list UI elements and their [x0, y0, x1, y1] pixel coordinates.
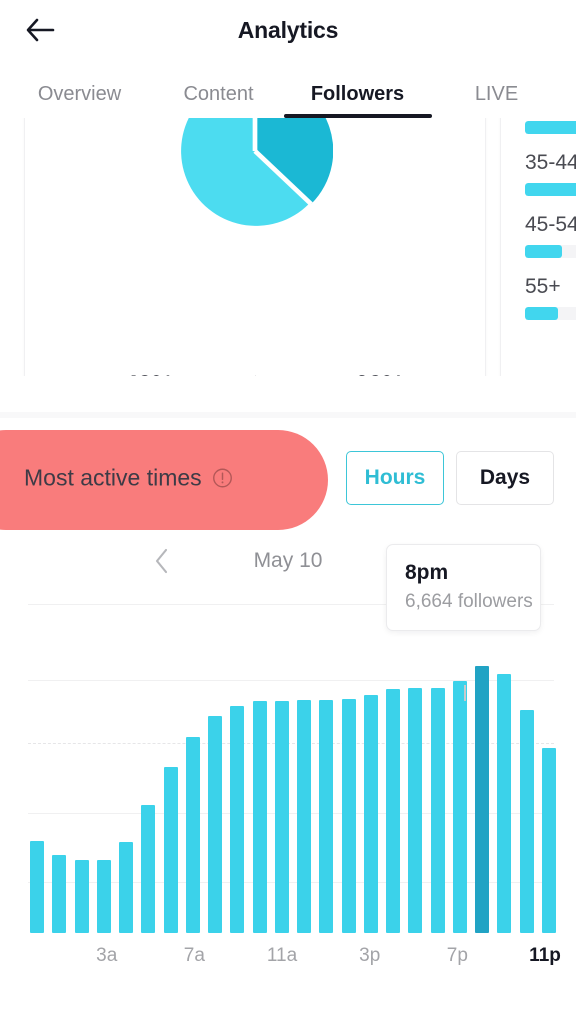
bar[interactable]: [452, 680, 467, 933]
x-axis-tick: 11a: [266, 945, 298, 966]
section-title: Most active times: [24, 464, 202, 491]
age-label: 45-54: [525, 213, 576, 236]
demographics-card-row: 40% Male 60% Female 25-34: [0, 118, 576, 376]
legend-male: 40% Male: [25, 371, 255, 376]
tab-content[interactable]: Content: [149, 83, 288, 118]
tab-followers[interactable]: Followers: [288, 83, 427, 118]
age-row-25-34: 25-34: [525, 118, 576, 134]
bar[interactable]: [475, 666, 489, 933]
age-track: [525, 307, 576, 320]
active-times-bar-chart: 8pm 6,664 followers 3a 7a 11a 3p 7p 11p: [0, 544, 576, 985]
toggle-hours[interactable]: Hours: [346, 451, 444, 505]
prev-day-button[interactable]: [147, 546, 177, 576]
age-fill: [525, 245, 563, 258]
bar[interactable]: [386, 689, 400, 933]
x-axis-tick: 7p: [446, 945, 468, 966]
x-axis-labels: 3a 7a 11a 3p 7p 11p: [30, 945, 561, 973]
bar[interactable]: [185, 737, 200, 933]
age-row-55-plus: 55+: [525, 275, 576, 320]
bar[interactable]: [319, 699, 334, 933]
toggle-days[interactable]: Days: [456, 451, 554, 505]
separator-rule: [0, 412, 576, 418]
bar[interactable]: [230, 706, 245, 933]
age-label: 35-44: [525, 151, 576, 174]
legend-female: 60% Female: [256, 371, 486, 376]
arrow-left-icon: [26, 18, 55, 42]
page-title: Analytics: [237, 16, 339, 43]
age-track: [525, 121, 576, 134]
bar[interactable]: [141, 805, 156, 933]
age-track: [525, 245, 576, 258]
most-active-times-title-group: Most active times: [24, 465, 233, 492]
analytics-screen: Analytics Overview Content Followers LIV…: [0, 0, 576, 1024]
bar[interactable]: [497, 673, 512, 933]
gender-legend: 40% Male 60% Female: [25, 371, 485, 376]
tab-live[interactable]: LIVE: [427, 83, 566, 118]
gender-pie-chart: [177, 118, 334, 229]
age-bar-list: 25-34 35-44 45-54: [525, 121, 576, 337]
bar-group: [30, 653, 556, 933]
age-fill: [525, 307, 559, 320]
tooltip-time: 8pm: [405, 561, 449, 584]
info-circle-icon[interactable]: [212, 468, 233, 489]
bar[interactable]: [541, 748, 556, 933]
x-axis-tick: 3a: [96, 945, 118, 966]
age-fill: [525, 121, 576, 134]
bar[interactable]: [363, 695, 378, 933]
bar[interactable]: [297, 699, 311, 933]
bar[interactable]: [408, 687, 423, 933]
tooltip-value: 6,664 followers: [405, 591, 533, 612]
chevron-left-icon: [155, 548, 168, 574]
bar[interactable]: [119, 842, 133, 933]
bar[interactable]: [430, 688, 445, 933]
app-header: Analytics: [0, 0, 576, 60]
back-button[interactable]: [18, 8, 62, 52]
bar[interactable]: [341, 699, 356, 933]
age-card: 25-34 35-44 45-54: [500, 118, 576, 376]
x-axis-tick: 11p: [529, 945, 561, 966]
bar[interactable]: [274, 701, 289, 933]
period-toggle-group: Hours Days: [346, 451, 554, 505]
current-date-label: May 10: [253, 549, 323, 572]
age-fill: [525, 183, 576, 196]
pie-icon: [181, 118, 334, 226]
bar[interactable]: [208, 716, 222, 933]
male-percent: 40%: [124, 371, 173, 376]
age-label: 55+: [525, 275, 561, 298]
tooltip-stem: [464, 685, 466, 701]
bar[interactable]: [52, 854, 67, 933]
bar[interactable]: [30, 841, 44, 933]
most-active-times-header: Most active times Hours Days: [0, 424, 576, 532]
gender-card: 40% Male 60% Female: [24, 118, 486, 376]
female-percent: 60%: [355, 371, 404, 376]
age-row-45-54: 45-54: [525, 213, 576, 258]
tab-bar: Overview Content Followers LIVE: [0, 60, 576, 118]
tab-overview[interactable]: Overview: [10, 83, 149, 118]
section-separator: [0, 376, 576, 424]
bar[interactable]: [74, 859, 89, 933]
bar[interactable]: [163, 767, 178, 933]
bar[interactable]: [96, 859, 111, 933]
age-row-35-44: 35-44: [525, 151, 576, 196]
x-axis-tick: 7a: [183, 945, 205, 966]
bar[interactable]: [252, 700, 267, 933]
x-axis-tick: 3p: [359, 945, 381, 966]
chart-tooltip: 8pm 6,664 followers: [386, 544, 541, 631]
bar[interactable]: [519, 709, 534, 933]
age-track: [525, 183, 576, 196]
